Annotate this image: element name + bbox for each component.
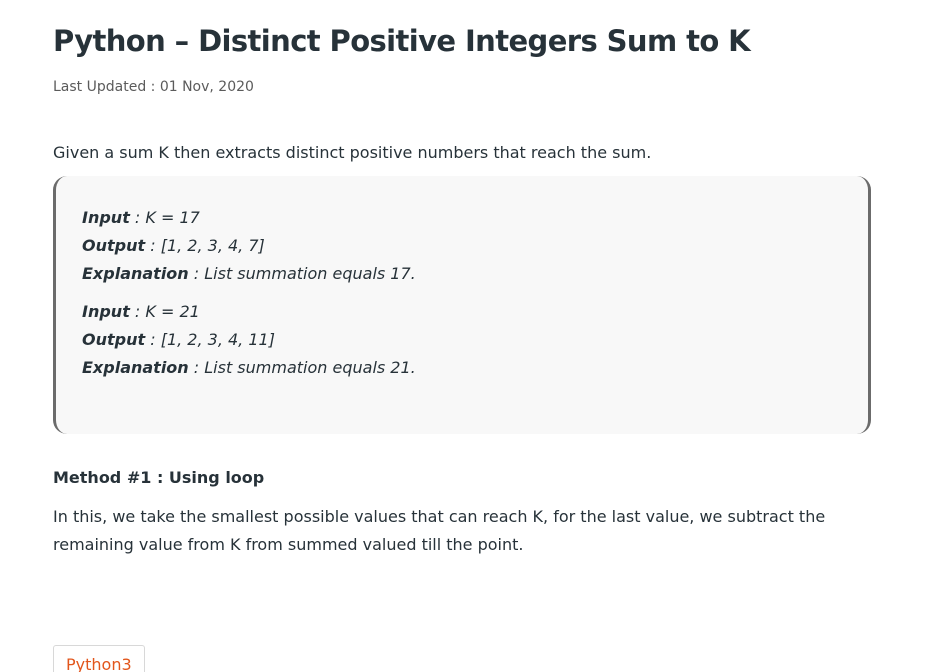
example-output-line: Output : [1, 2, 3, 4, 7] <box>82 232 842 260</box>
method-description: In this, we take the smallest possible v… <box>53 507 826 554</box>
example-explanation-line: Explanation : List summation equals 21. <box>82 354 842 382</box>
example-block: Input : K = 17 Output : [1, 2, 3, 4, 7] … <box>53 176 871 434</box>
article-page: Python – Distinct Positive Integers Sum … <box>0 0 932 672</box>
example-input-line: Input : K = 21 <box>82 298 842 326</box>
last-updated-date: Last Updated : 01 Nov, 2020 <box>53 79 254 95</box>
input-value: : K = 17 <box>129 208 200 227</box>
code-tab-python3[interactable]: Python3 <box>53 645 145 672</box>
page-title: Python – Distinct Positive Integers Sum … <box>53 24 751 58</box>
explanation-label: Explanation <box>82 358 189 377</box>
output-label: Output <box>82 330 146 349</box>
explanation-label: Explanation <box>82 264 189 283</box>
example-output-line: Output : [1, 2, 3, 4, 11] <box>82 326 842 354</box>
output-value: : [1, 2, 3, 4, 7] <box>145 236 265 255</box>
intro-paragraph: Given a sum K then extracts distinct pos… <box>53 143 652 162</box>
output-value: : [1, 2, 3, 4, 11] <box>145 330 275 349</box>
explanation-value: : List summation equals 21. <box>188 358 416 377</box>
example-input-line: Input : K = 17 <box>82 204 842 232</box>
example-explanation-line: Explanation : List summation equals 17. <box>82 260 842 288</box>
explanation-value: : List summation equals 17. <box>188 264 416 283</box>
example-2: Input : K = 21 Output : [1, 2, 3, 4, 11]… <box>82 298 842 382</box>
input-label: Input <box>82 302 130 321</box>
example-1: Input : K = 17 Output : [1, 2, 3, 4, 7] … <box>82 204 842 288</box>
method-heading: Method #1 : Using loop <box>53 468 265 487</box>
output-label: Output <box>82 236 146 255</box>
input-label: Input <box>82 208 130 227</box>
input-value: : K = 21 <box>129 302 200 321</box>
